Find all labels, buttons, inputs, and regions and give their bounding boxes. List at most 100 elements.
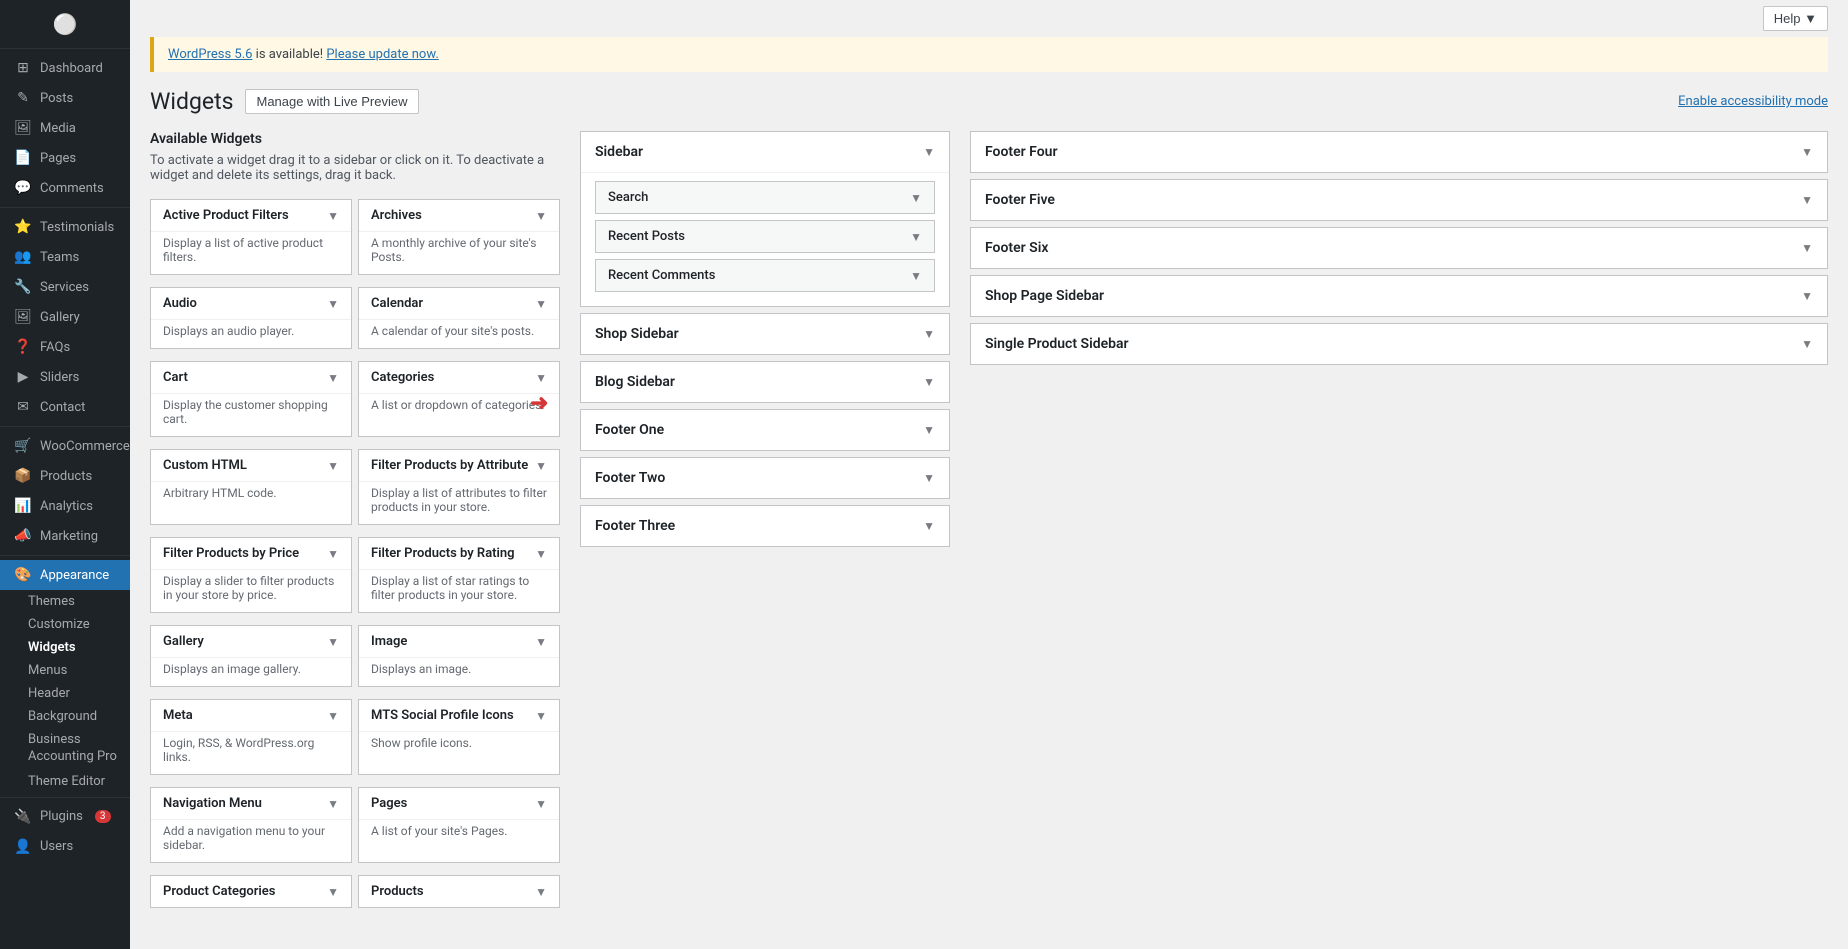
sidebar-section-header[interactable]: Single Product Sidebar ▼: [971, 324, 1827, 364]
sidebar-sub-business-accounting[interactable]: Business Accounting Pro: [0, 728, 130, 770]
sidebar-item-faqs[interactable]: ❓ FAQs: [0, 332, 130, 362]
sidebar-section-header[interactable]: Footer Three ▼: [581, 506, 949, 546]
widget-header[interactable]: Archives ▼: [359, 200, 559, 231]
sidebar-item-appearance[interactable]: 🎨 Appearance: [0, 560, 130, 590]
widget-meta[interactable]: Meta ▼ Login, RSS, & WordPress.org links…: [150, 699, 352, 775]
sidebar-item-teams[interactable]: 👥 Teams: [0, 242, 130, 272]
sidebar-section-header[interactable]: Footer Four ▼: [971, 132, 1827, 172]
sidebar-sub-menus[interactable]: Menus: [0, 659, 130, 682]
chevron-down-icon: ▼: [1801, 241, 1813, 255]
sidebar-item-posts[interactable]: ✎ Posts: [0, 83, 130, 113]
widget-products[interactable]: Products ▼: [358, 875, 560, 908]
widget-product-categories[interactable]: Product Categories ▼: [150, 875, 352, 908]
enable-accessibility-link[interactable]: Enable accessibility mode: [1678, 94, 1828, 109]
available-widgets-panel: Available Widgets To activate a widget d…: [150, 131, 560, 914]
widget-filter-by-rating[interactable]: Filter Products by Rating ▼ Display a li…: [358, 537, 560, 613]
widget-header[interactable]: Navigation Menu ▼: [151, 788, 351, 819]
widget-header[interactable]: Products ▼: [359, 876, 559, 907]
sidebar-item-analytics[interactable]: 📊 Analytics: [0, 491, 130, 521]
update-link[interactable]: Please update now.: [326, 47, 438, 62]
sidebar-item-users[interactable]: 👤 Users: [0, 832, 130, 862]
sidebar-item-products[interactable]: 📦 Products: [0, 461, 130, 491]
sidebar-section-header[interactable]: Blog Sidebar ▼: [581, 362, 949, 402]
widget-desc: Displays an image.: [359, 657, 559, 686]
widget-header[interactable]: Active Product Filters ▼: [151, 200, 351, 231]
widget-desc: Display a slider to filter products in y…: [151, 569, 351, 612]
sidebar-item-sliders[interactable]: ▶ Sliders: [0, 362, 130, 392]
widget-header[interactable]: Audio ▼: [151, 288, 351, 319]
sidebar-section-header[interactable]: Sidebar ▼: [581, 132, 949, 172]
widget-header[interactable]: Filter Products by Price ▼: [151, 538, 351, 569]
wp-version-link[interactable]: WordPress 5.6: [168, 47, 252, 62]
widget-header[interactable]: Meta ▼: [151, 700, 351, 731]
sidebar-sub-background[interactable]: Background: [0, 705, 130, 728]
sidebar-item-testimonials[interactable]: ⭐ Testimonials: [0, 212, 130, 242]
sidebar-widget-header[interactable]: Recent Comments ▼: [596, 260, 934, 291]
chevron-down-icon: ▼: [923, 375, 935, 389]
sidebar-widget-header[interactable]: Search ▼: [596, 182, 934, 213]
sidebar-item-woocommerce[interactable]: 🛒 WooCommerce: [0, 431, 130, 461]
widget-gallery[interactable]: Gallery ▼ Displays an image gallery.: [150, 625, 352, 687]
widget-active-product-filters[interactable]: Active Product Filters ▼ Display a list …: [150, 199, 352, 275]
widget-header[interactable]: Cart ▼: [151, 362, 351, 393]
sidebar-sub-theme-editor[interactable]: Theme Editor: [0, 770, 130, 793]
sidebar-section-header[interactable]: Footer Five ▼: [971, 180, 1827, 220]
widget-archives[interactable]: Archives ▼ A monthly archive of your sit…: [358, 199, 560, 275]
sidebar-section-header[interactable]: Footer Two ▼: [581, 458, 949, 498]
sidebar-sub-widgets[interactable]: Widgets: [0, 636, 130, 659]
sidebar-item-gallery[interactable]: 🖼 Gallery: [0, 302, 130, 332]
widget-header[interactable]: Filter Products by Rating ▼: [359, 538, 559, 569]
widget-header[interactable]: Pages ▼: [359, 788, 559, 819]
sidebar-widget-recent-posts[interactable]: Recent Posts ▼: [595, 220, 935, 253]
widget-header[interactable]: Product Categories ▼: [151, 876, 351, 907]
dashboard-icon: ⊞: [14, 60, 32, 76]
widget-audio[interactable]: Audio ▼ Displays an audio player.: [150, 287, 352, 349]
widget-custom-html[interactable]: Custom HTML ▼ Arbitrary HTML code.: [150, 449, 352, 525]
sidebar-section-header[interactable]: Footer One ▼: [581, 410, 949, 450]
page-title: Widgets: [150, 88, 233, 115]
widget-image[interactable]: Image ▼ Displays an image.: [358, 625, 560, 687]
sidebar-item-contact[interactable]: ✉ Contact: [0, 392, 130, 422]
sidebar-item-dashboard[interactable]: ⊞ Dashboard: [0, 53, 130, 83]
widget-calendar[interactable]: Calendar ▼ A calendar of your site's pos…: [358, 287, 560, 349]
sidebar-item-pages[interactable]: 📄 Pages: [0, 143, 130, 173]
sidebar-section-header[interactable]: Shop Page Sidebar ▼: [971, 276, 1827, 316]
widget-nav-menu[interactable]: Navigation Menu ▼ Add a navigation menu …: [150, 787, 352, 863]
widget-header[interactable]: Filter Products by Attribute ▼: [359, 450, 559, 481]
chevron-down-icon: ▼: [327, 635, 339, 649]
widget-header[interactable]: Gallery ▼: [151, 626, 351, 657]
comments-icon: 💬: [14, 180, 32, 196]
widget-header[interactable]: Image ▼: [359, 626, 559, 657]
widget-desc: Displays an audio player.: [151, 319, 351, 348]
sidebar-sub-themes[interactable]: Themes: [0, 590, 130, 613]
sidebar-widget-header[interactable]: Recent Posts ▼: [596, 221, 934, 252]
sidebar-section-header[interactable]: Shop Sidebar ▼: [581, 314, 949, 354]
users-icon: 👤: [14, 839, 32, 855]
widget-pages[interactable]: Pages ▼ A list of your site's Pages.: [358, 787, 560, 863]
widget-header[interactable]: Categories ▼: [359, 362, 559, 393]
sidebar-item-marketing[interactable]: 📣 Marketing: [0, 521, 130, 551]
chevron-down-icon: ▼: [327, 459, 339, 473]
sidebar-item-comments[interactable]: 💬 Comments: [0, 173, 130, 203]
widget-desc: A calendar of your site's posts.: [359, 319, 559, 348]
sidebar-section-header[interactable]: Footer Six ▼: [971, 228, 1827, 268]
sidebar-item-services[interactable]: 🔧 Services: [0, 272, 130, 302]
widget-filter-by-price[interactable]: Filter Products by Price ▼ Display a sli…: [150, 537, 352, 613]
live-preview-button[interactable]: Manage with Live Preview: [245, 89, 418, 114]
sidebar-section-footer-three: Footer Three ▼: [580, 505, 950, 547]
chevron-down-icon: ▼: [535, 297, 547, 311]
sidebar-item-plugins[interactable]: 🔌 Plugins 3: [0, 802, 130, 832]
widget-header[interactable]: Custom HTML ▼: [151, 450, 351, 481]
widget-cart[interactable]: Cart ▼ Display the customer shopping car…: [150, 361, 352, 437]
help-button[interactable]: Help ▼: [1763, 6, 1828, 31]
widget-header[interactable]: MTS Social Profile Icons ▼: [359, 700, 559, 731]
sidebar-sub-header[interactable]: Header: [0, 682, 130, 705]
widget-mts-social[interactable]: MTS Social Profile Icons ▼ Show profile …: [358, 699, 560, 775]
sidebar-widget-recent-comments[interactable]: Recent Comments ▼: [595, 259, 935, 292]
widget-header[interactable]: Calendar ▼: [359, 288, 559, 319]
sidebar-divider-2: [0, 426, 130, 427]
widget-filter-by-attribute[interactable]: Filter Products by Attribute ▼ Display a…: [358, 449, 560, 525]
sidebar-item-media[interactable]: 🖼 Media: [0, 113, 130, 143]
sidebar-widget-search[interactable]: Search ▼: [595, 181, 935, 214]
sidebar-sub-customize[interactable]: Customize: [0, 613, 130, 636]
